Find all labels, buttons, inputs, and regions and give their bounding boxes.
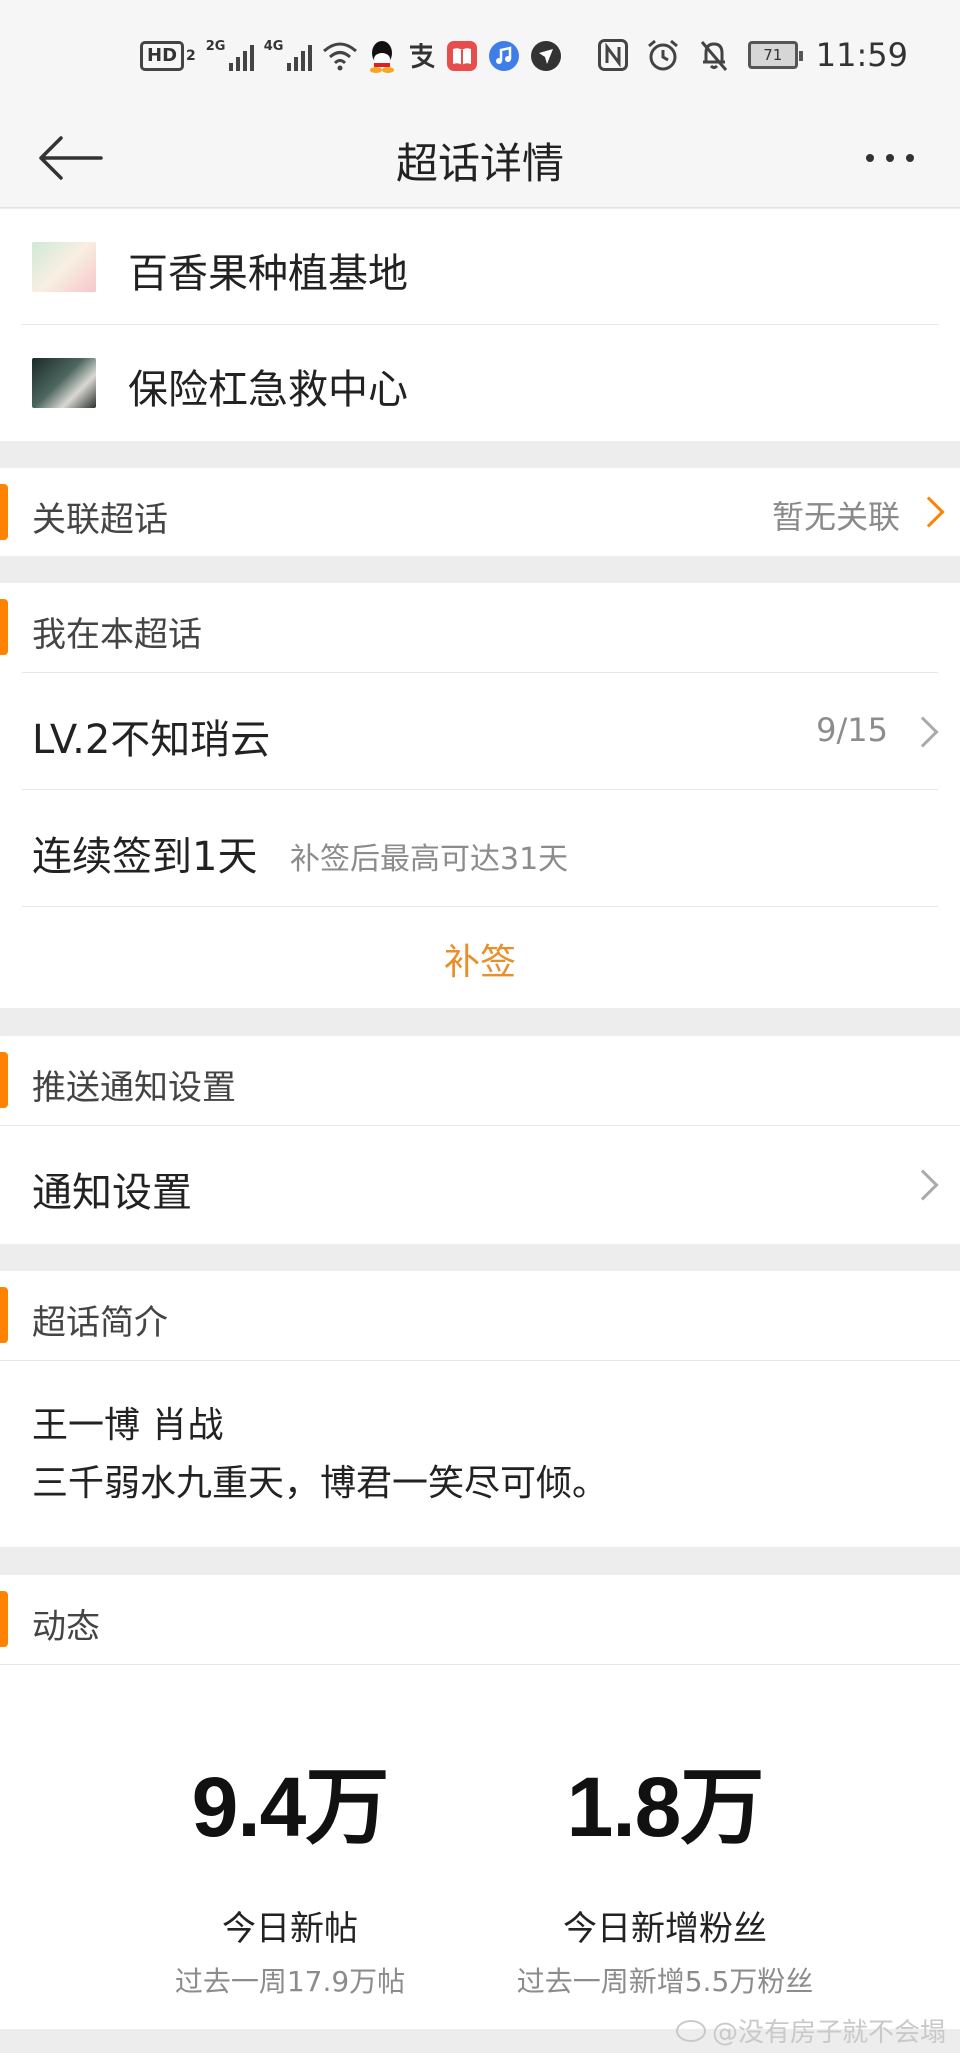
intro-header: 超话简介 (0, 1271, 960, 1359)
topic-list: 百香果种植基地 保险杠急救中心 (0, 209, 960, 441)
my-status-section: 我在本超话 LV.2不知琑云 9/15 连续签到1天 补签后最高可达31天 补签 (0, 583, 960, 1008)
stat-value: 9.4万 (191, 1760, 390, 1854)
more-options-button[interactable] (850, 133, 930, 183)
related-header[interactable]: 关联超话 暂无关联 (0, 468, 960, 556)
section-title: 关联超话 (32, 500, 168, 540)
music-app-icon (488, 39, 520, 73)
intro-line-1: 王一博 肖战 (32, 1405, 224, 1446)
intro-line-2: 三千弱水九重天，博君一笑尽可倾。 (32, 1463, 609, 1504)
section-title: 推送通知设置 (32, 1068, 236, 1108)
section-accent-bar (0, 1052, 8, 1108)
hd-label: HD (140, 41, 185, 71)
topic-avatar (32, 358, 96, 408)
clock: 11:59 (815, 36, 908, 74)
status-icons-right: 71 11:59 (597, 34, 908, 76)
divider (0, 1360, 960, 1361)
section-accent-bar (0, 484, 8, 540)
my-status-header: 我在本超话 (0, 583, 960, 671)
map-app-icon (530, 39, 562, 73)
push-header: 推送通知设置 (0, 1036, 960, 1124)
level-progress: 9/15 (816, 711, 888, 749)
more-dot-icon (866, 154, 874, 162)
stat-sub: 过去一周17.9万帖 (174, 1965, 406, 1998)
alarm-icon (646, 38, 680, 72)
section-accent-bar (0, 599, 8, 655)
section-accent-bar (0, 1287, 8, 1343)
status-icons-left: HD 2 2G 4G (140, 36, 562, 76)
checkin-streak: 连续签到1天 (32, 834, 258, 880)
related-section[interactable]: 关联超话 暂无关联 (0, 468, 960, 556)
stat-sub: 过去一周新增5.5万粉丝 (516, 1965, 814, 1998)
stat-new-posts: 9.4万 今日新帖 过去一周17.9万帖 (100, 1740, 480, 2000)
streak-row: 连续签到1天 补签后最高可达31天 (0, 790, 960, 906)
intro-section: 超话简介 王一博 肖战 三千弱水九重天，博君一笑尽可倾。 (0, 1271, 960, 1547)
push-section: 推送通知设置 通知设置 (0, 1036, 960, 1244)
battery-icon: 71 (747, 41, 803, 69)
status-bar: HD 2 2G 4G 71 11:59 (0, 0, 960, 108)
watermark-text: @没有房子就不会塌 (711, 2018, 946, 2048)
notification-settings-row[interactable]: 通知设置 (0, 1126, 960, 1242)
net-2g-label: 2G (205, 39, 226, 54)
section-title: 我在本超话 (32, 615, 202, 655)
page-title: 超话详情 (395, 139, 564, 188)
more-dot-icon (886, 154, 894, 162)
stat-label: 今日新帖 (222, 1909, 358, 1949)
topic-name: 保险杠急救中心 (128, 367, 408, 413)
wifi-icon (322, 39, 358, 73)
activity-header: 动态 (0, 1575, 960, 1663)
reader-app-icon (446, 39, 478, 73)
related-value: 暂无关联 (771, 498, 900, 536)
silent-bell-icon (698, 38, 730, 72)
alipay-icon (406, 39, 436, 73)
notification-settings-label: 通知设置 (32, 1170, 192, 1216)
level-name: LV.2不知琑云 (32, 717, 271, 763)
stat-new-fans: 1.8万 今日新增粉丝 过去一周新增5.5万粉丝 (475, 1740, 855, 2000)
net-4g-label: 4G (263, 39, 284, 54)
signal-4g-icon: 4G (264, 39, 312, 73)
section-title: 动态 (32, 1607, 100, 1647)
qq-icon (368, 39, 396, 73)
weibo-logo-icon (675, 2019, 706, 2042)
topic-item[interactable]: 保险杠急救中心 (0, 325, 960, 441)
resign-button[interactable]: 补签 (0, 907, 960, 1007)
divider (0, 1664, 960, 1665)
section-title: 超话简介 (32, 1303, 168, 1343)
nfc-icon (597, 38, 628, 72)
stat-label: 今日新增粉丝 (563, 1909, 767, 1949)
topic-item[interactable]: 百香果种植基地 (0, 209, 960, 325)
nav-bar: 超话详情 (0, 108, 960, 208)
hd-voice-icon: HD 2 (140, 39, 196, 73)
topic-avatar (32, 242, 96, 292)
more-dot-icon (906, 154, 914, 162)
section-accent-bar (0, 1591, 8, 1647)
topic-name: 百香果种植基地 (128, 251, 408, 297)
signal-2g-icon: 2G (206, 39, 254, 73)
chevron-right-icon (907, 1169, 939, 1201)
watermark: @没有房子就不会塌 (675, 2012, 946, 2049)
chevron-right-icon (907, 716, 939, 748)
battery-level: 71 (763, 46, 783, 64)
level-row[interactable]: LV.2不知琑云 9/15 (0, 673, 960, 789)
activity-section: 动态 9.4万 今日新帖 过去一周17.9万帖 1.8万 今日新增粉丝 过去一周… (0, 1575, 960, 2029)
chevron-right-icon (913, 496, 945, 528)
checkin-hint: 补签后最高可达31天 (290, 842, 569, 877)
resign-label: 补签 (443, 942, 516, 983)
stat-value: 1.8万 (566, 1760, 765, 1854)
hd-sub: 2 (186, 48, 196, 64)
